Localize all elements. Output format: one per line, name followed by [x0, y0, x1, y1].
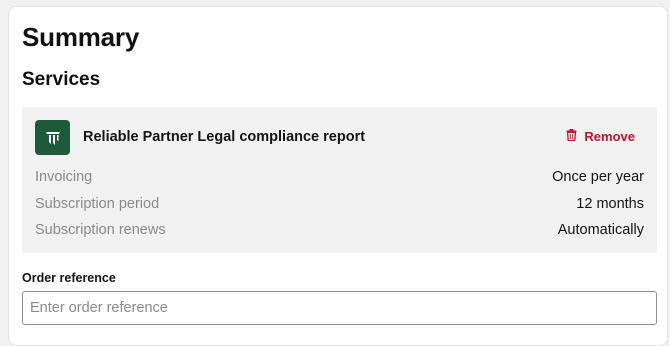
detail-label: Invoicing	[35, 169, 93, 185]
detail-label: Subscription renews	[35, 222, 166, 238]
detail-row-invoicing: Invoicing Once per year	[35, 169, 644, 185]
remove-label: Remove	[584, 129, 635, 144]
service-item: Reliable Partner Legal compliance report…	[22, 107, 657, 253]
detail-row-subscription-period: Subscription period 12 months	[35, 196, 644, 212]
partner-logo-icon	[35, 120, 70, 155]
detail-row-subscription-renews: Subscription renews Automatically	[35, 222, 644, 238]
service-name: Reliable Partner Legal compliance report	[83, 129, 366, 145]
order-reference-label: Order reference	[22, 271, 116, 285]
order-reference-input[interactable]	[22, 291, 657, 325]
detail-value: Once per year	[552, 169, 644, 185]
detail-value: Automatically	[557, 222, 644, 238]
remove-button[interactable]: Remove	[566, 129, 635, 144]
summary-card: Summary Services Reliable Partner Legal …	[8, 6, 668, 346]
detail-label: Subscription period	[35, 196, 160, 212]
services-heading: Services	[22, 69, 101, 90]
page-title: Summary	[22, 22, 140, 52]
trash-icon	[566, 129, 577, 144]
detail-value: 12 months	[576, 196, 644, 212]
